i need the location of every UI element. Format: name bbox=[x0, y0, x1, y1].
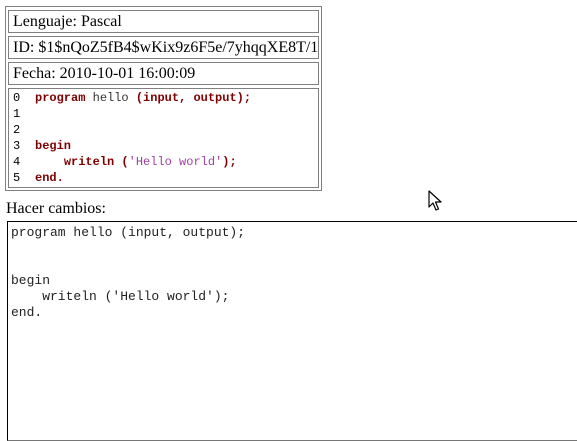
date-cell: Fecha: 2010-10-01 16:00:09 bbox=[8, 62, 319, 85]
code-punct: ); bbox=[222, 155, 237, 169]
date-text: Fecha: 2010-10-01 16:00:09 bbox=[13, 65, 196, 82]
line-number: 0 bbox=[13, 91, 21, 105]
paste-info-table: Lenguaje: Pascal ID: $1$nQoZ5fB4$wKix9z6… bbox=[5, 6, 322, 191]
code-punct: ( bbox=[114, 155, 129, 169]
line-number: 5 bbox=[13, 171, 21, 185]
line-number: 2 bbox=[13, 123, 21, 137]
code-keyword: end. bbox=[35, 171, 64, 185]
code-keyword: begin bbox=[35, 139, 72, 153]
code-keyword: writeln bbox=[63, 155, 115, 169]
id-text: ID: $1$nQoZ5fB4$wKix9z6F5e/7yhqqXE8T/1 bbox=[13, 39, 319, 56]
highlighted-code: 0 program hello (input, output); 1 2 3 b… bbox=[8, 88, 319, 188]
code-line-0: 0 program hello (input, output); bbox=[13, 90, 314, 106]
language-text: Lenguaje: Pascal bbox=[13, 13, 122, 30]
code-line-1: 1 bbox=[13, 106, 314, 122]
code-text: hello bbox=[85, 91, 136, 105]
code-keyword: (input, output); bbox=[135, 91, 252, 105]
edit-label: Hacer cambios: bbox=[6, 200, 106, 217]
language-cell: Lenguaje: Pascal bbox=[8, 10, 319, 33]
code-line-2: 2 bbox=[13, 122, 314, 138]
code-line-4: 4 writeln ( 'Hello world' ); bbox=[13, 154, 314, 170]
mouse-pointer-icon bbox=[428, 190, 442, 211]
code-editor-textarea[interactable] bbox=[7, 221, 577, 441]
code-line-3: 3 begin bbox=[13, 138, 314, 154]
code-string: 'Hello world' bbox=[128, 155, 223, 169]
line-number: 4 bbox=[13, 155, 21, 169]
line-number: 1 bbox=[13, 107, 21, 121]
code-line-5: 5 end. bbox=[13, 170, 314, 186]
id-cell: ID: $1$nQoZ5fB4$wKix9z6F5e/7yhqqXE8T/1 bbox=[8, 36, 319, 59]
code-keyword: program bbox=[35, 91, 86, 105]
line-number: 3 bbox=[13, 139, 21, 153]
